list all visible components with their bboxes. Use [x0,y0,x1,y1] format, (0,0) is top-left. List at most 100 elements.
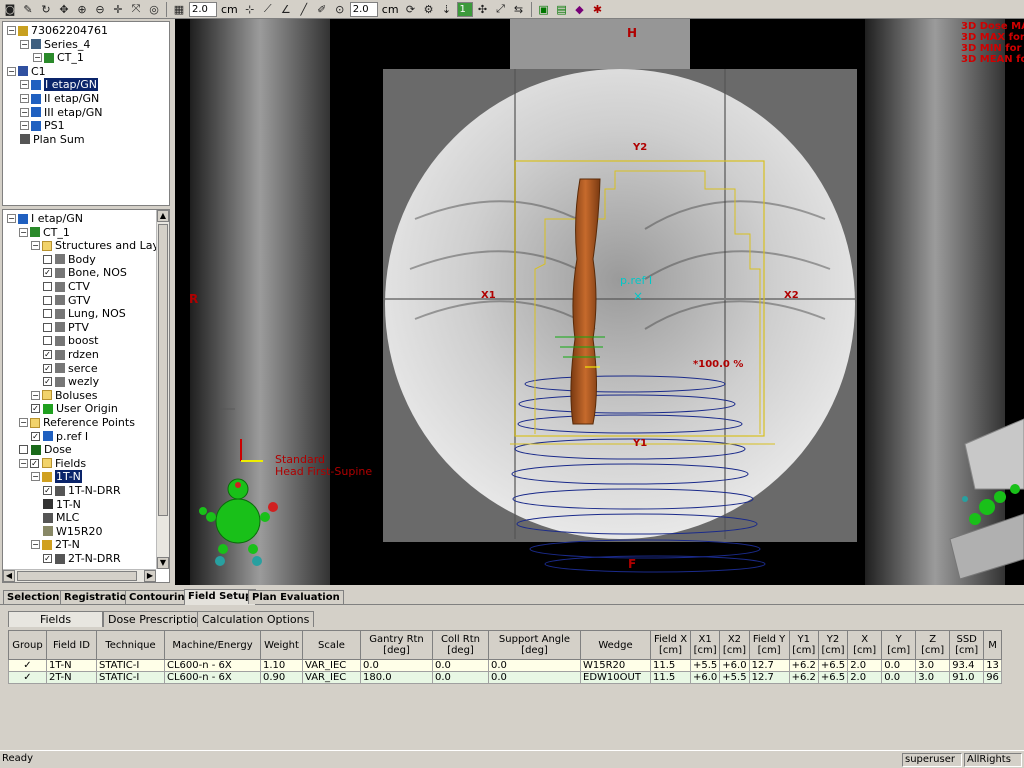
expand-toggle-icon[interactable]: − [19,227,28,237]
plan-tree-hscroll[interactable]: ◀ ▶ [3,569,156,582]
tree-node[interactable]: ✓ serce [43,362,98,375]
tree-node[interactable]: − CT_1 [33,51,84,64]
expand-toggle-icon[interactable]: − [31,472,40,482]
expand-toggle-icon[interactable]: − [31,540,40,550]
column-header[interactable]: Field ID [46,630,97,660]
tree-node[interactable]: 1T-N [43,498,81,511]
tree-node[interactable]: GTV [43,294,90,307]
tree-node[interactable]: − C1 [7,65,46,78]
angle-icon[interactable]: ∠ [278,1,294,17]
down-arrow-icon[interactable]: ⇣ [439,1,455,17]
table-cell[interactable]: 91.0 [949,671,985,684]
hscroll-thumb[interactable] [17,571,137,581]
visibility-checkbox[interactable] [19,445,28,455]
tree-node[interactable]: ✓ Bone, NOS [43,266,127,279]
table-cell[interactable]: 3.0 [915,671,951,684]
expand-toggle-icon[interactable]: − [7,66,16,76]
table-cell[interactable]: VAR_IEC [302,671,361,684]
scroll-down-icon[interactable]: ▼ [157,557,169,569]
visibility-checkbox[interactable]: ✓ [43,350,52,359]
tree-node[interactable]: Body [43,253,96,266]
column-header[interactable]: Scale [302,630,361,660]
table-cell[interactable]: STATIC-I [96,671,165,684]
tree-node[interactable]: ✓ 2T-N-DRR [43,552,121,565]
column-header[interactable]: X2 [cm] [719,630,750,660]
measure-icon[interactable]: ⊹ [242,1,258,17]
refresh-icon[interactable]: ⟳ [403,1,419,17]
tree-node[interactable]: − III etap/GN [20,106,103,119]
visibility-checkbox[interactable]: ✓ [43,486,52,495]
page-input[interactable]: 1 [456,1,473,17]
resize-icon[interactable]: ⤢ [493,1,509,17]
visibility-checkbox[interactable]: ✓ [43,377,52,387]
pencil-icon[interactable]: ✐ [314,1,330,17]
ruler-icon[interactable]: ⟋ [260,1,276,17]
table-cell[interactable]: 0.0 [360,659,433,672]
zoom-input[interactable]: 2.0 [189,1,217,17]
table-cell[interactable]: 0.90 [260,671,303,684]
visibility-checkbox[interactable]: ✓ [43,554,52,563]
table-cell[interactable]: 96 [983,671,1002,684]
table-cell[interactable]: +6.5 [817,659,849,672]
cube-icon[interactable]: ◆ [572,1,588,17]
tab-selection[interactable]: Selection [3,590,64,604]
tree-node[interactable]: − PS1 [20,119,65,132]
tree-node[interactable]: MLC [43,511,79,524]
table-cell[interactable]: CL600-n - 6X [164,671,261,684]
group-checkbox[interactable]: ✓ [8,671,47,684]
tree-node[interactable]: ✓ User Origin [31,402,118,415]
tree-node[interactable]: − Series_4 [20,38,90,51]
zoom-out-icon[interactable]: ⊖ [92,1,108,17]
settings-icon[interactable]: ⚙ [421,1,437,17]
visibility-checkbox[interactable] [43,336,52,346]
column-header[interactable]: Y2 [cm] [817,630,849,660]
table-cell[interactable]: +6.5 [817,671,849,684]
column-header[interactable]: Coll Rtn [deg] [432,630,489,660]
tree-node[interactable]: − Structures and Layers [31,239,169,252]
table-cell[interactable]: VAR_IEC [302,659,361,672]
visibility-checkbox[interactable] [43,322,52,332]
tree-node[interactable]: − 2T-N [31,538,80,551]
table-cell[interactable]: W15R20 [580,659,651,672]
tree-node[interactable]: − 73062204761 [7,24,108,37]
tree-node[interactable]: − I etap/GN [7,212,83,225]
tree-node[interactable]: − CT_1 [19,226,70,239]
tree-node[interactable]: boost [43,334,99,347]
column-header[interactable]: Y [cm] [881,630,917,660]
table-cell[interactable]: 11.5 [650,671,691,684]
zoom-in-icon[interactable]: ⊕ [74,1,90,17]
expand-toggle-icon[interactable]: − [31,241,40,251]
fit-icon[interactable]: ⤧ [128,1,144,17]
line-icon[interactable]: ╱ [296,1,312,17]
table-cell[interactable]: +5.5 [689,659,721,672]
table-cell[interactable]: 93.4 [949,659,985,672]
visibility-checkbox[interactable]: ✓ [43,268,52,278]
tree-node[interactable]: W15R20 [43,525,103,538]
layers-icon[interactable]: ▣ [536,1,552,17]
expand-toggle-icon[interactable]: − [31,390,40,400]
column-header[interactable]: Machine/Energy [164,630,261,660]
scroll-thumb[interactable] [158,224,168,516]
table-cell[interactable]: STATIC-I [96,659,165,672]
column-header[interactable]: Group [8,630,47,660]
table-cell[interactable]: +6.2 [788,659,819,672]
pan-icon[interactable]: ✥ [56,1,72,17]
visibility-checkbox[interactable] [43,309,52,319]
tree-node[interactable]: Plan Sum [20,133,85,146]
tree-node[interactable]: − 1T-N [31,470,82,484]
column-header[interactable]: M [983,630,1002,660]
tree-node[interactable]: CTV [43,280,90,293]
bug-icon[interactable]: ✱ [590,1,606,17]
tab-field-setup[interactable]: Field Setup [184,589,257,605]
column-header[interactable]: Wedge [580,630,651,660]
tree-node[interactable]: − II etap/GN [20,92,99,105]
camera-icon[interactable]: ◙ [2,1,18,17]
table-cell[interactable]: +6.0 [719,659,750,672]
table-cell[interactable]: 1T-N [46,659,97,672]
step-icon[interactable]: ⊙ [332,1,348,17]
tree-node[interactable]: − I etap/GN [20,78,99,92]
visibility-checkbox[interactable]: ✓ [31,431,40,441]
table-row[interactable]: ✓ 2T-N STATIC-I CL600-n - 6X 0.90 VAR_IEC 180.… [8,671,1002,684]
expand-toggle-icon[interactable]: − [19,418,28,427]
table-cell[interactable]: CL600-n - 6X [164,659,261,672]
